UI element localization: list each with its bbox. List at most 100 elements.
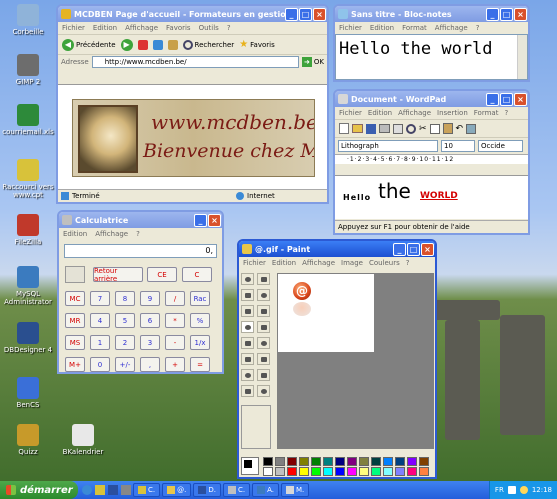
- palette-swatch[interactable]: [359, 467, 369, 476]
- menu-item[interactable]: Edition: [272, 259, 296, 267]
- pencil-icon[interactable]: [241, 321, 254, 333]
- palette-swatch[interactable]: [383, 467, 393, 476]
- polygon-icon[interactable]: [257, 369, 270, 381]
- home-icon[interactable]: [167, 39, 178, 50]
- magnifier-icon[interactable]: [257, 305, 270, 317]
- calc-key[interactable]: MR: [65, 313, 85, 328]
- maximize-button[interactable]: □: [299, 7, 312, 21]
- quicklaunch-ie-icon[interactable]: [82, 485, 92, 495]
- tool-options-box[interactable]: [241, 405, 271, 449]
- calc-titlebar[interactable]: Calculatrice _ ×: [59, 212, 222, 228]
- menu-item[interactable]: Format: [402, 24, 427, 32]
- fill-icon[interactable]: [257, 289, 270, 301]
- forward-arrow-icon[interactable]: ▶: [120, 38, 133, 51]
- maximize-button[interactable]: □: [407, 242, 420, 256]
- favorites-button[interactable]: ★ Favoris: [239, 39, 275, 50]
- palette-swatch[interactable]: [335, 467, 345, 476]
- menu-item[interactable]: Couleurs: [369, 259, 400, 267]
- calc-key[interactable]: =: [190, 357, 210, 372]
- palette-swatch[interactable]: [323, 457, 333, 466]
- palette-swatch[interactable]: [299, 467, 309, 476]
- calc-key[interactable]: *: [165, 313, 185, 328]
- palette-swatch[interactable]: [275, 467, 285, 476]
- menu-item[interactable]: Fichier: [62, 24, 85, 32]
- notepad-titlebar[interactable]: Sans titre - Bloc-notes _ □ ×: [335, 6, 528, 22]
- back-button[interactable]: ◀ Précédente: [62, 38, 116, 51]
- close-button[interactable]: ×: [514, 7, 527, 21]
- calc-key[interactable]: Rac: [190, 291, 210, 306]
- language-indicator[interactable]: FR: [495, 486, 504, 494]
- calc-key[interactable]: 9: [140, 291, 160, 306]
- calc-key[interactable]: 5: [115, 313, 135, 328]
- curve-icon[interactable]: [257, 353, 270, 365]
- palette-swatch[interactable]: [395, 467, 405, 476]
- palette-swatch[interactable]: [323, 467, 333, 476]
- search-button[interactable]: Rechercher: [182, 39, 234, 50]
- desktop-icon[interactable]: Raccourci vers www.cpt: [0, 159, 56, 199]
- palette-swatch[interactable]: [419, 467, 429, 476]
- stop-icon[interactable]: [137, 39, 148, 50]
- find-icon[interactable]: [406, 123, 416, 134]
- taskbar-window-button[interactable]: D.: [193, 483, 221, 497]
- calc-key[interactable]: MC: [65, 291, 85, 306]
- save-icon[interactable]: [366, 123, 376, 134]
- calc-key[interactable]: /: [165, 291, 185, 306]
- calc-key[interactable]: 6: [140, 313, 160, 328]
- rectangle-icon[interactable]: [241, 369, 254, 381]
- desktop-icon[interactable]: courriemail.xls: [0, 104, 56, 136]
- tray-volume-icon[interactable]: [519, 486, 528, 494]
- airbrush-icon[interactable]: [241, 337, 254, 349]
- close-button[interactable]: ×: [421, 242, 434, 256]
- palette-swatch[interactable]: [263, 467, 273, 476]
- wordpad-document[interactable]: Hello the WORLD: [335, 175, 528, 219]
- calc-key[interactable]: %: [190, 313, 210, 328]
- calc-key[interactable]: 0: [90, 357, 110, 372]
- open-icon[interactable]: [352, 124, 363, 133]
- calc-key[interactable]: MS: [65, 335, 85, 350]
- desktop-icon[interactable]: BKalendrier: [55, 424, 111, 456]
- paint-titlebar[interactable]: @.gif - Paint _ □ ×: [239, 241, 435, 257]
- palette-swatch[interactable]: [347, 457, 357, 466]
- calc-key[interactable]: 1: [90, 335, 110, 350]
- taskbar-window-button[interactable]: A.: [252, 483, 279, 497]
- new-icon[interactable]: [339, 123, 349, 134]
- tray-network-icon[interactable]: [507, 486, 516, 494]
- menu-item[interactable]: Affichage: [302, 259, 335, 267]
- paste-icon[interactable]: [442, 123, 453, 134]
- wordpad-titlebar[interactable]: Document - WordPad _ □ ×: [335, 91, 528, 107]
- menu-item[interactable]: Edition: [370, 24, 394, 32]
- minimize-button[interactable]: _: [486, 92, 499, 106]
- quicklaunch-app-icon[interactable]: [121, 485, 131, 495]
- menu-item[interactable]: Insertion: [437, 109, 468, 117]
- address-input[interactable]: http://www.mcdben.be/: [91, 56, 299, 68]
- close-button[interactable]: ×: [208, 213, 221, 227]
- close-button[interactable]: ×: [514, 92, 527, 106]
- font-select[interactable]: Lithograph: [338, 140, 438, 152]
- clock[interactable]: 12:18: [532, 486, 552, 494]
- menu-item[interactable]: Fichier: [339, 109, 362, 117]
- calc-key[interactable]: 8: [115, 291, 135, 306]
- palette-swatch[interactable]: [407, 457, 417, 466]
- desktop-icon[interactable]: Quizz: [0, 424, 56, 456]
- calc-key[interactable]: ,: [140, 357, 160, 372]
- rounded-rect-icon[interactable]: [257, 385, 270, 397]
- free-select-icon[interactable]: [241, 273, 254, 285]
- desktop-icon[interactable]: GIMP 2: [0, 54, 56, 86]
- ellipse-icon[interactable]: [241, 385, 254, 397]
- menu-item[interactable]: Format: [474, 109, 499, 117]
- calc-key[interactable]: +/-: [115, 357, 135, 372]
- brush-icon[interactable]: [257, 321, 270, 333]
- calc-key[interactable]: 3: [140, 335, 160, 350]
- taskbar-window-button[interactable]: C.: [133, 483, 161, 497]
- menu-item[interactable]: Image: [341, 259, 363, 267]
- desktop-icon[interactable]: MySQL Administrator: [0, 266, 56, 306]
- menu-item[interactable]: ?: [136, 230, 140, 238]
- copy-icon[interactable]: [429, 123, 440, 134]
- menu-item[interactable]: ?: [504, 109, 508, 117]
- undo-icon[interactable]: ↶: [456, 124, 464, 134]
- menu-item[interactable]: ?: [227, 24, 231, 32]
- backspace-button[interactable]: Retour arrière: [93, 267, 143, 283]
- maximize-button[interactable]: □: [500, 7, 513, 21]
- desktop-icon[interactable]: Corbeille: [0, 4, 56, 36]
- calc-key[interactable]: 2: [115, 335, 135, 350]
